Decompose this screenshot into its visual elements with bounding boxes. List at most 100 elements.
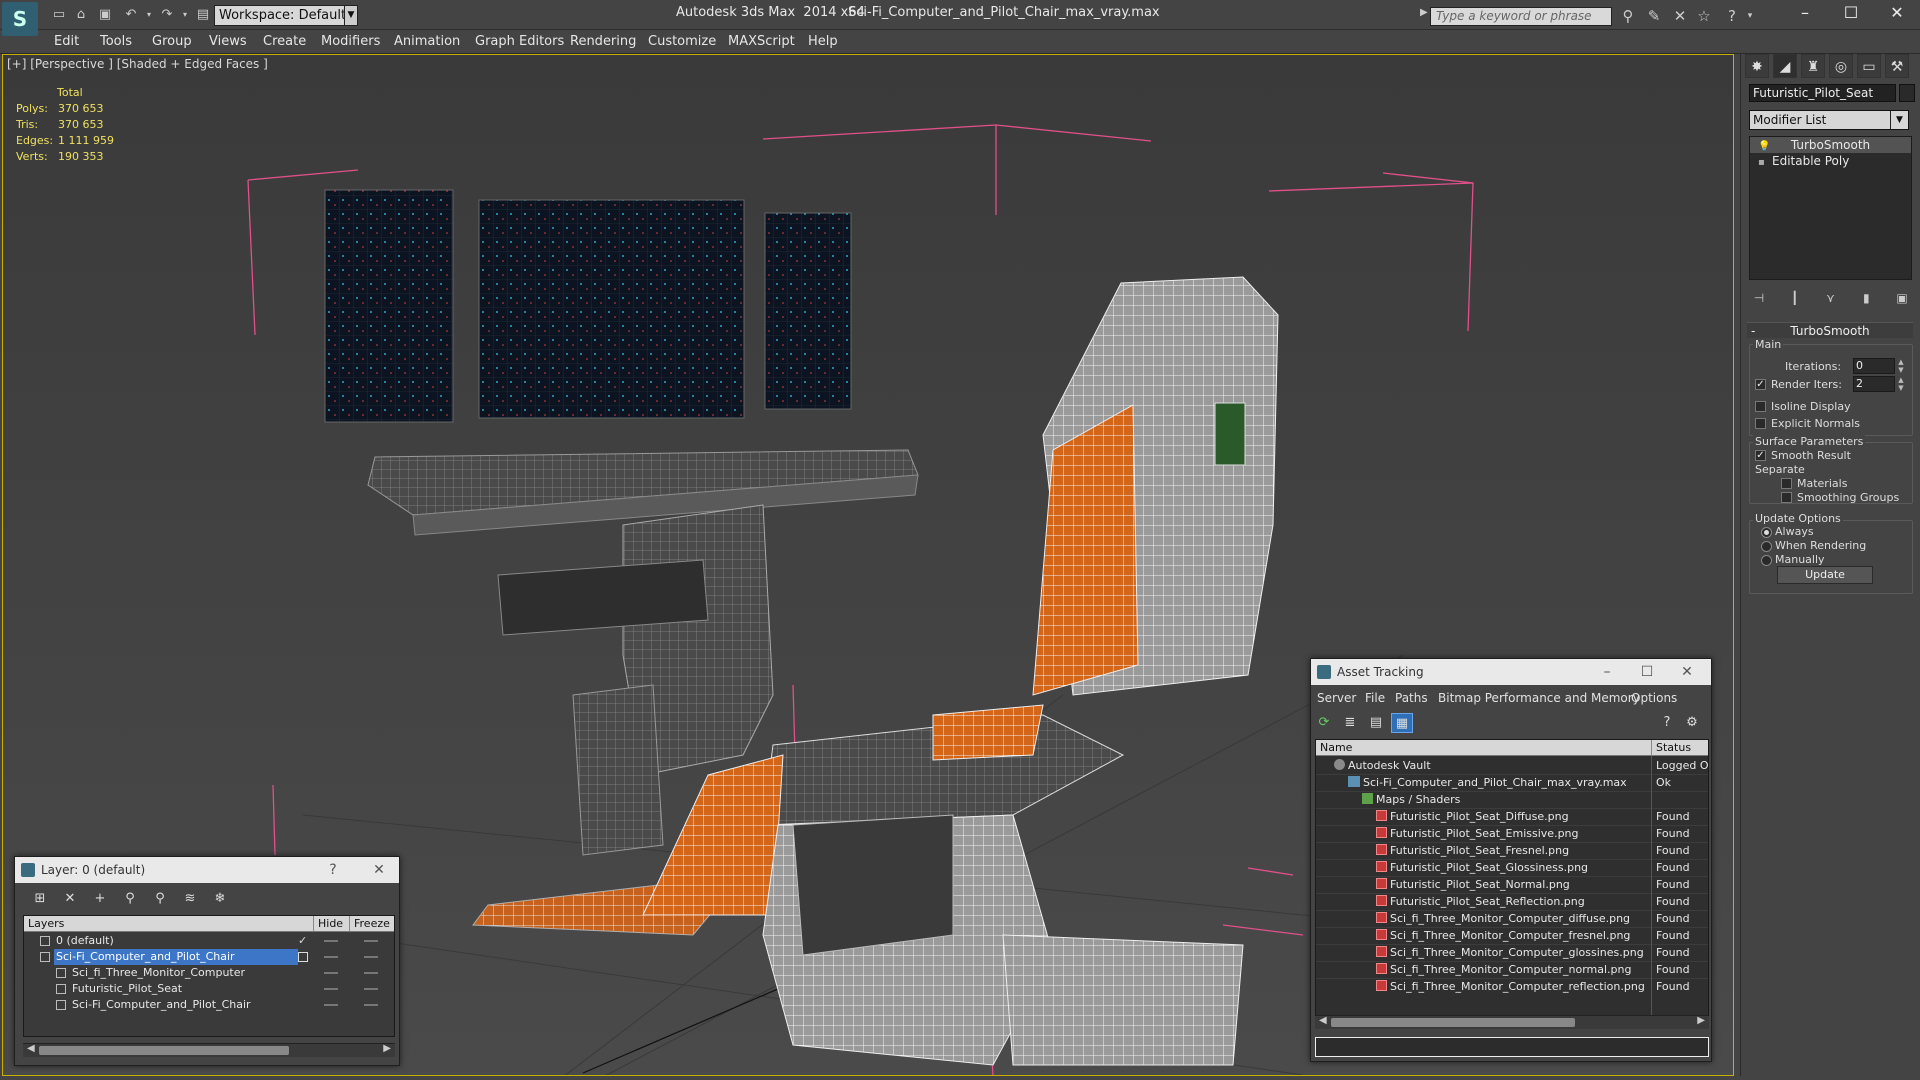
binoculars-icon[interactable]: ⚲ <box>1618 6 1638 26</box>
turbosmooth-rollout-header[interactable]: - TurboSmooth <box>1747 322 1913 338</box>
menu-maxscript[interactable]: MAXScript <box>728 34 795 49</box>
menu-help[interactable]: Help <box>808 34 838 49</box>
help-dropdown-icon[interactable]: ▾ <box>1740 6 1760 26</box>
open-file-icon[interactable]: ⌂ <box>72 6 90 24</box>
select-objects-icon[interactable]: ⚲ <box>119 889 141 909</box>
search-input[interactable]: Type a keyword or phrase <box>1430 7 1612 26</box>
modifier-stack[interactable]: 💡 TurboSmooth ▪ Editable Poly <box>1749 136 1912 280</box>
utilities-tab-icon[interactable]: ⚒ <box>1885 54 1909 78</box>
hide-toggle[interactable] <box>324 940 338 942</box>
column-header-hide[interactable]: Hide <box>314 916 350 932</box>
create-tab-icon[interactable]: ✸ <box>1745 54 1769 78</box>
layer-row[interactable]: Futuristic_Pilot_Seat <box>24 981 394 997</box>
freeze-all-icon[interactable]: ❄ <box>209 889 231 909</box>
hide-toggle[interactable] <box>324 956 338 958</box>
scroll-left-icon[interactable]: ◀ <box>27 1043 35 1054</box>
list-view-icon[interactable]: ≣ <box>1339 713 1361 733</box>
vault-settings-icon[interactable]: ⚙ <box>1681 713 1703 733</box>
menu-views[interactable]: Views <box>209 34 247 49</box>
spinner-arrows-icon[interactable]: ▲ ▼ <box>1896 376 1906 392</box>
scroll-thumb[interactable] <box>1331 1018 1575 1027</box>
maximize-button[interactable]: ☐ <box>1828 0 1874 28</box>
highlight-layer-icon[interactable]: ⚲ <box>149 889 171 909</box>
modify-tab-icon[interactable]: ◢ <box>1773 54 1797 78</box>
scroll-right-icon[interactable]: ▶ <box>1697 1015 1705 1026</box>
isoline-display-checkbox[interactable] <box>1755 401 1766 412</box>
workspace-select[interactable]: Workspace: Default <box>214 5 358 26</box>
freeze-toggle[interactable] <box>364 988 378 990</box>
table-view-icon[interactable]: ▦ <box>1391 713 1413 733</box>
menu-rendering[interactable]: Rendering <box>570 34 636 49</box>
hide-toggle[interactable] <box>324 988 338 990</box>
menu-graph-editors[interactable]: Graph Editors <box>475 34 564 49</box>
thumbnail-view-icon[interactable]: ▤ <box>1365 713 1387 733</box>
freeze-toggle[interactable] <box>364 1004 378 1006</box>
iterations-spinner[interactable]: 0 <box>1853 358 1895 374</box>
update-button[interactable]: Update <box>1777 566 1873 584</box>
close-button[interactable]: ✕ <box>1874 0 1920 28</box>
dialog-close-button[interactable]: ✕ <box>359 857 399 883</box>
redo-dropdown-icon[interactable]: ▾ <box>176 6 194 24</box>
collapse-minus-icon[interactable]: - <box>1751 323 1755 339</box>
asset-menu-server[interactable]: Server <box>1317 691 1356 705</box>
workspace-dropdown-icon[interactable]: ▼ <box>344 5 358 26</box>
search-expand-icon[interactable]: ▶ <box>1420 7 1428 18</box>
layer-row[interactable]: Sci_fi_Three_Monitor_Computer <box>24 965 394 981</box>
viewport-label[interactable]: [+] [Perspective ] [Shaded + Edged Faces… <box>7 57 268 71</box>
scroll-left-icon[interactable]: ◀ <box>1319 1015 1327 1026</box>
minimize-button[interactable]: – <box>1782 0 1828 28</box>
dialog-maximize-button[interactable]: ☐ <box>1627 659 1667 685</box>
modifier-list-dropdown[interactable]: Modifier List ▼ <box>1749 110 1909 130</box>
column-header-name[interactable]: Name <box>1316 740 1652 756</box>
explicit-normals-checkbox[interactable] <box>1755 418 1766 429</box>
current-layer-check-icon[interactable]: ✓ <box>298 933 307 949</box>
menu-tools[interactable]: Tools <box>100 34 132 49</box>
freeze-toggle[interactable] <box>364 972 378 974</box>
manually-radio[interactable] <box>1761 555 1772 566</box>
chevron-down-icon[interactable]: ▼ <box>1890 111 1908 129</box>
create-layer-icon[interactable]: ⊞ <box>29 889 51 909</box>
menu-animation[interactable]: Animation <box>394 34 460 49</box>
object-name-field[interactable]: Futuristic_Pilot_Seat <box>1749 84 1896 102</box>
pin-stack-icon[interactable]: ⊣ <box>1749 288 1769 308</box>
smoothing-groups-checkbox[interactable] <box>1781 492 1792 503</box>
dialog-help-button[interactable]: ? <box>313 857 353 883</box>
search-tool-icon[interactable]: ✎ <box>1644 6 1664 26</box>
hierarchy-tab-icon[interactable]: ♜ <box>1801 54 1825 78</box>
smooth-result-checkbox[interactable]: ✓ <box>1755 450 1766 461</box>
render-iters-spinner[interactable]: 2 <box>1853 376 1895 392</box>
communication-icon[interactable]: ✕ <box>1670 6 1690 26</box>
remove-modifier-icon[interactable]: ▮ <box>1856 288 1876 308</box>
delete-layer-icon[interactable]: ✕ <box>59 889 81 909</box>
hide-all-icon[interactable]: ≋ <box>179 889 201 909</box>
new-file-icon[interactable]: ▭ <box>50 6 68 24</box>
help-icon[interactable]: ? <box>1722 6 1742 26</box>
asset-horizontal-scrollbar[interactable]: ◀ ▶ <box>1315 1015 1709 1029</box>
project-folder-icon[interactable]: ▤ <box>194 6 212 24</box>
show-end-result-icon[interactable]: ┃ <box>1785 288 1805 308</box>
render-iters-checkbox[interactable]: ✓ <box>1755 379 1766 390</box>
app-logo-icon[interactable]: S <box>2 2 38 36</box>
add-to-layer-icon[interactable]: + <box>89 889 111 909</box>
menu-modifiers[interactable]: Modifiers <box>321 34 380 49</box>
column-header-freeze[interactable]: Freeze <box>350 916 394 932</box>
hide-toggle[interactable] <box>324 972 338 974</box>
layer-row[interactable]: Sci-Fi_Computer_and_Pilot_Chair <box>24 997 394 1013</box>
layer-row[interactable]: Sci-Fi_Computer_and_Pilot_Chair <box>24 949 394 965</box>
stack-item-editable-poly[interactable]: ▪ Editable Poly <box>1750 153 1911 169</box>
spinner-arrows-icon[interactable]: ▲ ▼ <box>1896 358 1906 374</box>
configure-sets-icon[interactable]: ▣ <box>1892 288 1912 308</box>
display-tab-icon[interactable]: ▭ <box>1857 54 1881 78</box>
object-color-swatch[interactable] <box>1899 84 1915 102</box>
always-radio[interactable] <box>1761 527 1772 538</box>
motion-tab-icon[interactable]: ◎ <box>1829 54 1853 78</box>
freeze-toggle[interactable] <box>364 940 378 942</box>
dialog-close-button[interactable]: ✕ <box>1667 659 1707 685</box>
hide-toggle[interactable] <box>324 1004 338 1006</box>
column-header-layers[interactable]: Layers <box>24 916 314 932</box>
scroll-right-icon[interactable]: ▶ <box>383 1043 391 1054</box>
freeze-toggle[interactable] <box>364 956 378 958</box>
layer-row[interactable]: 0 (default) ✓ <box>24 933 394 949</box>
menu-customize[interactable]: Customize <box>648 34 716 49</box>
column-header-status[interactable]: Status <box>1652 740 1708 756</box>
